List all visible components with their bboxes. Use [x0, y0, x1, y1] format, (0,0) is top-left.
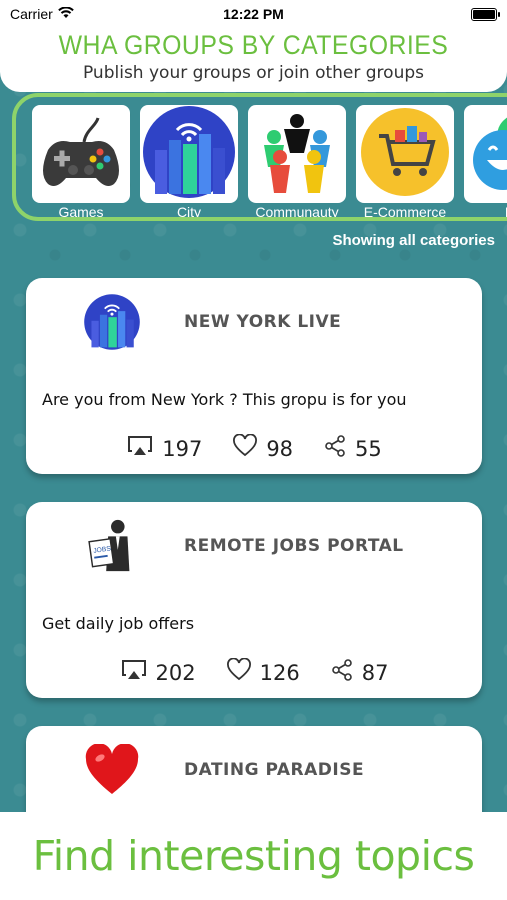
shares-stat[interactable]: 87: [330, 658, 389, 687]
group-stats: 197 98 55: [26, 433, 482, 463]
category-label: Communauty: [255, 204, 339, 220]
group-card[interactable]: JOBS REMOTE JOBS PORTAL Get daily job of…: [26, 502, 482, 698]
jobs-icon: JOBS: [82, 516, 142, 576]
airplay-icon: [120, 658, 148, 687]
battery-icon: [471, 7, 500, 21]
wifi-icon: [57, 6, 74, 22]
group-description: Get daily job offers: [42, 614, 195, 633]
category-ecommerce[interactable]: E-Commerce: [356, 105, 454, 220]
share-icon: [323, 434, 347, 463]
heart-outline-icon: [232, 433, 258, 463]
carrier-label: Carrier: [10, 6, 53, 22]
category-city[interactable]: City: [140, 105, 238, 220]
category-label: Fu: [464, 204, 507, 217]
group-title: DATING PARADISE: [184, 760, 365, 780]
views-stat: 202: [120, 658, 196, 687]
likes-stat[interactable]: 126: [226, 657, 300, 687]
banner-text: Find interesting topics: [32, 832, 475, 880]
page-title: WHA GROUPS BY CATEGORIES: [58, 30, 449, 60]
likes-count: 98: [266, 436, 294, 461]
page-subtitle: Publish your groups or join other groups: [82, 63, 424, 83]
clock: 12:22 PM: [223, 6, 284, 22]
category-fun[interactable]: Fu: [464, 105, 507, 217]
category-community[interactable]: Communauty: [248, 105, 346, 220]
group-title: NEW YORK LIVE: [184, 312, 342, 332]
category-label: City: [176, 204, 202, 220]
group-stats: 202 126 87: [26, 657, 482, 687]
views-count: 197: [162, 436, 203, 461]
gamepad-icon: [36, 112, 126, 196]
group-description: Are you from New York ? This gropu is fo…: [42, 390, 407, 409]
views-stat: 197: [126, 434, 202, 463]
city-icon: [141, 105, 237, 203]
heart-outline-icon: [226, 657, 252, 687]
group-title: REMOTE JOBS PORTAL: [184, 536, 404, 556]
group-card[interactable]: NEW YORK LIVE Are you from New York ? Th…: [26, 278, 482, 474]
views-count: 202: [155, 660, 196, 685]
status-bar: Carrier 12:22 PM: [0, 0, 507, 28]
showing-all-categories: Showing all categories: [332, 232, 495, 249]
shares-count: 87: [361, 660, 389, 685]
shopping-cart-icon: [359, 106, 451, 202]
category-games[interactable]: Games: [32, 105, 130, 220]
likes-stat[interactable]: 98: [232, 433, 294, 463]
category-label: Games: [58, 204, 104, 220]
promo-banner: Find interesting topics: [0, 812, 507, 900]
category-label: E-Commerce: [363, 204, 447, 220]
shares-stat[interactable]: 55: [323, 434, 382, 463]
funny-face-icon: [467, 106, 507, 202]
community-icon: [252, 107, 342, 201]
likes-count: 126: [259, 660, 300, 685]
airplay-icon: [126, 434, 154, 463]
heart-icon: [82, 740, 142, 800]
status-left: Carrier: [10, 6, 74, 22]
header: WHA GROUPS BY CATEGORIES Publish your gr…: [0, 28, 507, 92]
city-icon: [82, 292, 142, 352]
share-icon: [330, 658, 354, 687]
shares-count: 55: [355, 436, 382, 461]
category-carousel[interactable]: Games City Communauty E-Commerce: [12, 93, 507, 221]
